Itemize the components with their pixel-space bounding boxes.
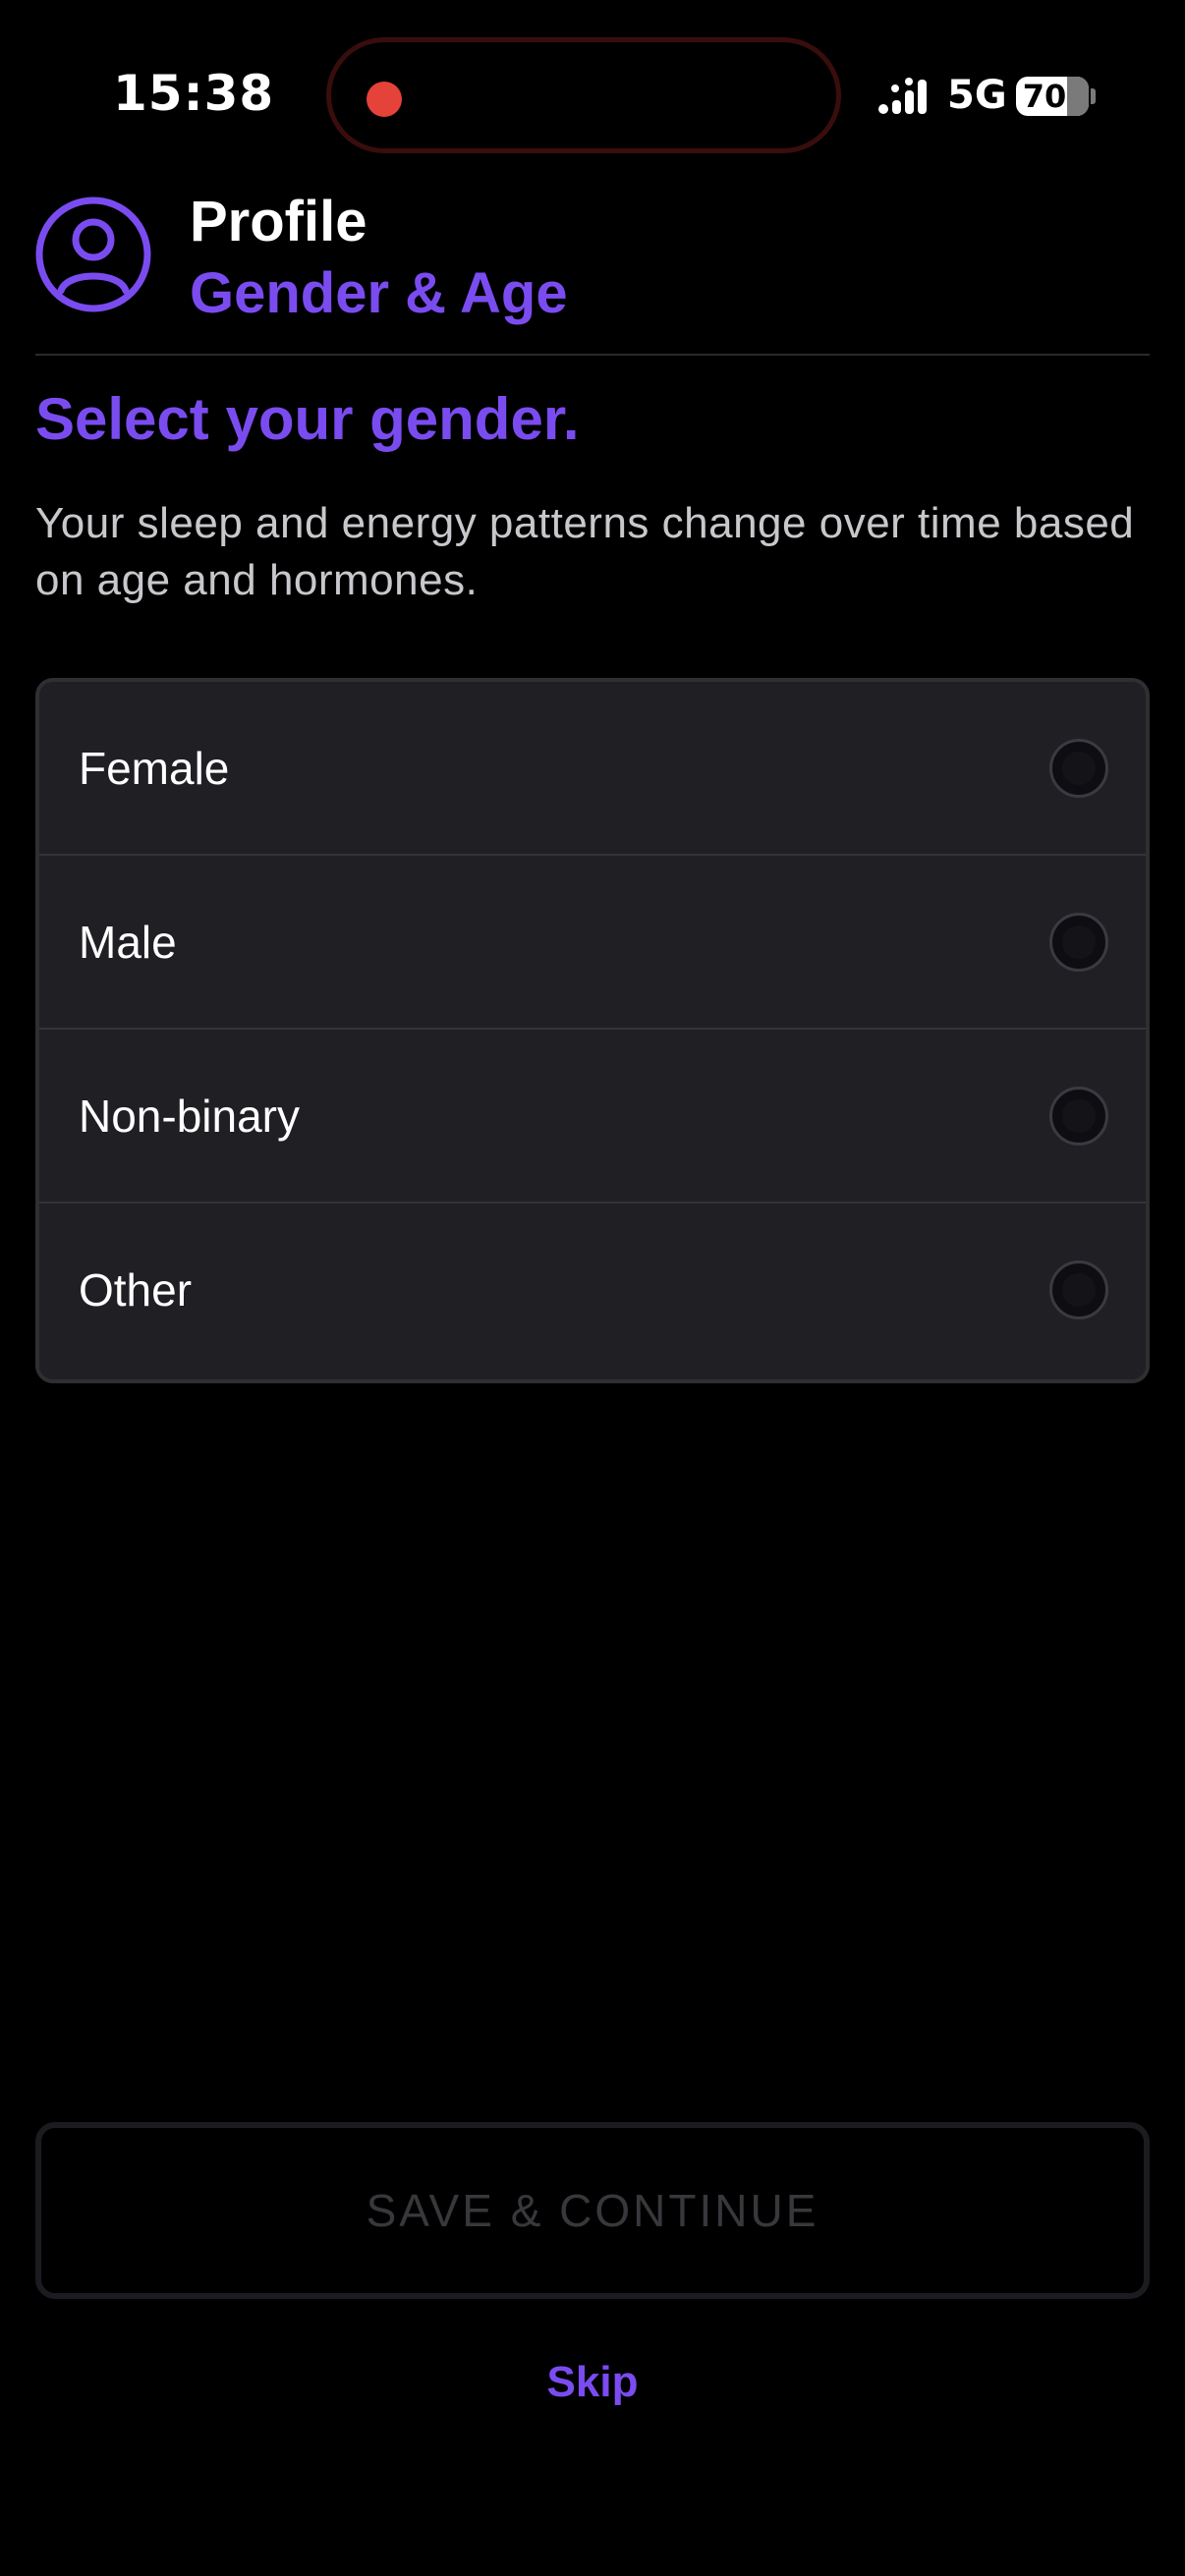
radio-button[interactable]	[1049, 1260, 1108, 1319]
option-label: Other	[79, 1264, 193, 1316]
battery-icon: 70	[1016, 77, 1089, 116]
dynamic-island	[326, 37, 841, 153]
question-heading: Select your gender.	[35, 386, 580, 452]
page-subtitle: Gender & Age	[190, 261, 568, 325]
radio-button[interactable]	[1049, 913, 1108, 972]
radio-button[interactable]	[1049, 739, 1108, 798]
skip-link[interactable]: Skip	[0, 2358, 1185, 2407]
page-header: Profile Gender & Age	[0, 177, 1185, 356]
status-bar: 15:38 5G 70	[0, 0, 1185, 167]
gender-option-other[interactable]: Other	[39, 1204, 1146, 1377]
recording-indicator-icon	[367, 82, 402, 117]
battery-tip	[1091, 88, 1096, 104]
cellular-signal-icon	[878, 78, 927, 114]
save-continue-button[interactable]: SAVE & CONTINUE	[35, 2122, 1150, 2299]
option-label: Non-binary	[79, 1091, 300, 1142]
gender-options-list: Female Male Non-binary Other	[35, 678, 1150, 1383]
page-title: Profile	[190, 190, 367, 253]
radio-button[interactable]	[1049, 1087, 1108, 1146]
profile-gender-screen: 15:38 5G 70 Profile Gender & Age Select …	[0, 0, 1185, 2576]
network-type: 5G	[947, 73, 1007, 118]
status-time: 15:38	[113, 65, 275, 122]
gender-option-non-binary[interactable]: Non-binary	[39, 1030, 1146, 1204]
question-description: Your sleep and energy patterns change ov…	[35, 499, 1135, 604]
gender-option-female[interactable]: Female	[39, 682, 1146, 856]
gender-option-male[interactable]: Male	[39, 856, 1146, 1030]
option-label: Male	[79, 917, 177, 968]
option-label: Female	[79, 743, 230, 794]
header-divider	[35, 354, 1150, 356]
user-profile-icon	[35, 196, 151, 312]
battery-level: 70	[1022, 78, 1067, 115]
